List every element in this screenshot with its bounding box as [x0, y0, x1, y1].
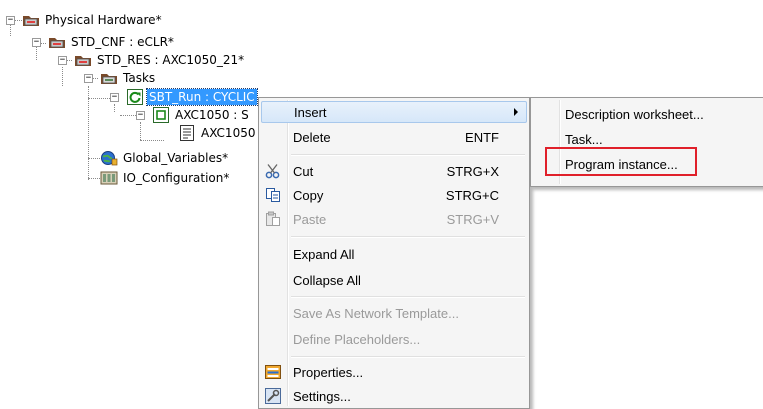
context-menu: Insert Delete ENTF Cut STRG+X Copy STRG+… [258, 97, 530, 409]
menu-item-settings[interactable]: Settings... [261, 385, 527, 407]
menu-item-description-worksheet[interactable]: Description worksheet... [533, 103, 761, 125]
tree-label: Tasks [123, 71, 156, 85]
menu-item-label: Define Placeholders... [293, 331, 421, 347]
io-configuration-icon [100, 170, 118, 186]
menu-shortcut: STRG+V [446, 211, 499, 227]
tree-line [140, 140, 164, 141]
paste-icon [264, 211, 282, 227]
menu-separator [291, 296, 525, 298]
resource-icon [74, 52, 92, 68]
tree-label: Physical Hardware* [45, 13, 162, 27]
tasks-folder-icon [100, 70, 118, 86]
menu-item-label: Properties... [293, 364, 364, 380]
menu-item-label: Cut [293, 163, 314, 179]
menu-item-label: Settings... [293, 388, 351, 404]
collapse-toggle[interactable]: − [110, 93, 119, 102]
tree-line [62, 67, 63, 86]
tree-node-io-configuration[interactable]: IO_Configuration* [100, 169, 231, 187]
collapse-toggle[interactable]: − [6, 16, 15, 25]
tree-label: AXC1050 : S [175, 108, 249, 122]
menu-item-label: Save As Network Template... [293, 305, 459, 321]
global-variables-icon [100, 150, 118, 166]
menu-item-insert[interactable]: Insert [261, 101, 527, 123]
menu-item-label: Copy [293, 187, 324, 203]
tree-label: IO_Configuration* [123, 171, 230, 185]
menu-item-save-as-network-template[interactable]: Save As Network Template... [261, 302, 527, 324]
menu-item-label: Insert [294, 104, 327, 120]
tree-line [114, 104, 115, 112]
program-instance-icon [152, 107, 170, 123]
tree-node-axc1050-worksheet[interactable]: AXC1050 [178, 124, 257, 142]
scissors-icon [264, 163, 282, 179]
tree-label: STD_CNF : eCLR* [71, 35, 174, 49]
tree-node-std-cnf[interactable]: STD_CNF : eCLR* [48, 33, 176, 51]
collapse-toggle[interactable]: − [136, 111, 145, 120]
menu-item-label: Description worksheet... [565, 106, 704, 122]
menu-item-expand-all[interactable]: Expand All [261, 243, 527, 265]
menu-item-label: Collapse All [293, 272, 361, 288]
menu-item-define-placeholders[interactable]: Define Placeholders... [261, 328, 527, 350]
collapse-toggle[interactable]: − [84, 74, 93, 83]
tree-node-sbt-run[interactable]: SBT_Run : CYCLIC [126, 88, 258, 106]
menu-separator [291, 356, 525, 358]
tree-node-axc1050-s[interactable]: AXC1050 : S [152, 106, 251, 124]
menu-item-paste[interactable]: Paste STRG+V [261, 208, 527, 230]
worksheet-icon [178, 125, 196, 141]
menu-separator [291, 236, 525, 238]
tree-node-tasks[interactable]: Tasks [100, 69, 157, 87]
tree-label: SBT_Run : CYCLIC [146, 88, 258, 106]
menu-shortcut: STRG+X [446, 163, 499, 179]
cyclic-task-icon [126, 89, 144, 105]
tree-label: Global_Variables* [123, 151, 229, 165]
tree-line [140, 122, 141, 140]
menu-item-label: Expand All [293, 246, 355, 262]
menu-item-label: Paste [293, 211, 327, 227]
menu-separator [291, 154, 525, 156]
menu-item-properties[interactable]: Properties... [261, 361, 527, 383]
highlight-callout-box [545, 147, 697, 176]
menu-shortcut: STRG+C [445, 187, 499, 203]
collapse-toggle[interactable]: − [58, 56, 67, 65]
tree-node-physical-hardware[interactable]: Physical Hardware* [22, 11, 164, 29]
menu-item-cut[interactable]: Cut STRG+X [261, 160, 527, 182]
properties-icon [264, 364, 282, 380]
menu-item-label: Task... [565, 131, 603, 147]
menu-shortcut: ENTF [465, 129, 499, 145]
menu-item-collapse-all[interactable]: Collapse All [261, 269, 527, 291]
copy-icon [264, 187, 282, 203]
configuration-icon [48, 34, 66, 50]
submenu-arrow-icon [514, 108, 518, 116]
collapse-toggle[interactable]: − [32, 38, 41, 47]
settings-icon [264, 388, 282, 404]
menu-item-delete[interactable]: Delete ENTF [261, 126, 527, 148]
tree-node-std-res[interactable]: STD_RES : AXC1050_21* [74, 51, 246, 69]
hardware-folder-icon [22, 12, 40, 28]
menu-item-copy[interactable]: Copy STRG+C [261, 184, 527, 206]
tree-line [88, 86, 89, 180]
tree-line [120, 115, 136, 116]
menu-item-label: Delete [293, 129, 331, 145]
tree-label: AXC1050 [201, 126, 256, 140]
tree-label: STD_RES : AXC1050_21* [97, 53, 245, 67]
tree-node-global-variables[interactable]: Global_Variables* [100, 149, 230, 167]
